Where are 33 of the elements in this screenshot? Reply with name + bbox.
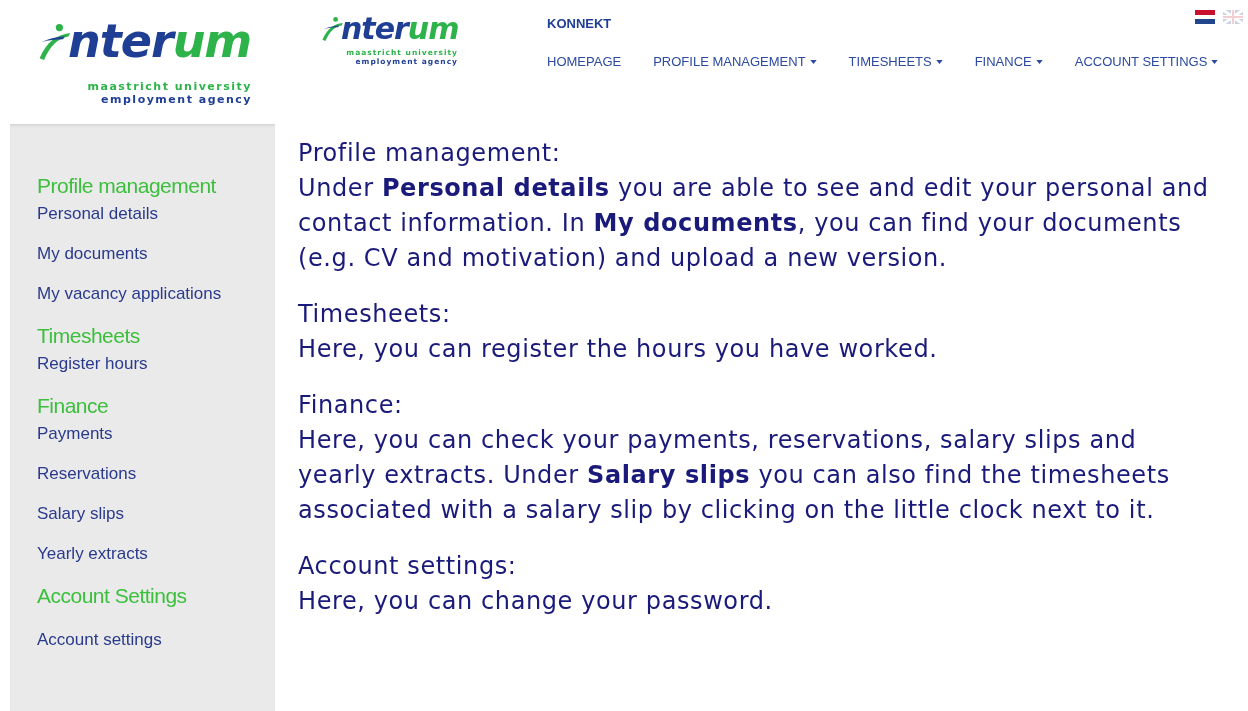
logo-tagline: employment agency: [100, 93, 252, 106]
logo-wordmark: nterum: [320, 14, 459, 44]
section-paragraph: Under Personal details you are able to see and edit your personal and contact information. In My documents, you can find your documents (e.g. CV and motivation) and upload a new version.: [298, 173, 1210, 274]
sidebar-heading: Timesheets: [37, 324, 140, 348]
nav-link[interactable]: FINANCE: [974, 54, 1043, 69]
section-paragraph: Here, you can check your payments, reservations, salary slips and yearly extracts. Under Salary slips you can also find the timesheets associated with a salary slip by clicking on the little clock next to it.: [298, 425, 1171, 526]
sidebar-link[interactable]: Salary slips: [37, 504, 124, 524]
sidebar-link[interactable]: Payments: [37, 424, 113, 444]
sidebar-link[interactable]: Register hours: [37, 354, 148, 374]
logo-figure-icon: [320, 14, 344, 44]
sidebar-link[interactable]: Yearly extracts: [37, 544, 148, 564]
sidebar-link[interactable]: My documents: [37, 244, 148, 264]
sidebar-link[interactable]: My vacancy applications: [37, 284, 222, 304]
dutch-flag-icon[interactable]: [1194, 10, 1216, 24]
sidebar-link[interactable]: Personal details: [37, 204, 158, 224]
nav-link[interactable]: TIMESHEETS: [848, 54, 943, 69]
nav-link[interactable]: HOMEPAGE: [547, 54, 622, 69]
sidebar-heading: Finance: [37, 394, 109, 418]
sidebar-heading: Profile management: [37, 174, 216, 198]
section-paragraph: Here, you can register the hours you have worked.: [298, 334, 939, 365]
logo-tagline: maastricht university: [86, 80, 252, 93]
section-title: Profile management:: [298, 138, 562, 169]
sidebar-link[interactable]: Reservations: [37, 464, 137, 484]
nav-link[interactable]: PROFILE MANAGEMENT: [653, 54, 817, 69]
sidebar-link[interactable]: Account settings: [37, 630, 162, 650]
section-title: Timesheets:: [298, 299, 452, 330]
section-paragraph: Here, you can change your password.: [298, 586, 774, 617]
sidebar-heading: Account Settings: [37, 584, 187, 608]
brand-link[interactable]: KONNEKT: [547, 16, 1219, 31]
section-title: Finance:: [298, 390, 404, 421]
logo-wordmark: nterum: [36, 18, 252, 64]
section-title: Account settings:: [298, 551, 518, 582]
nav-link[interactable]: ACCOUNT SETTINGS: [1074, 54, 1219, 69]
